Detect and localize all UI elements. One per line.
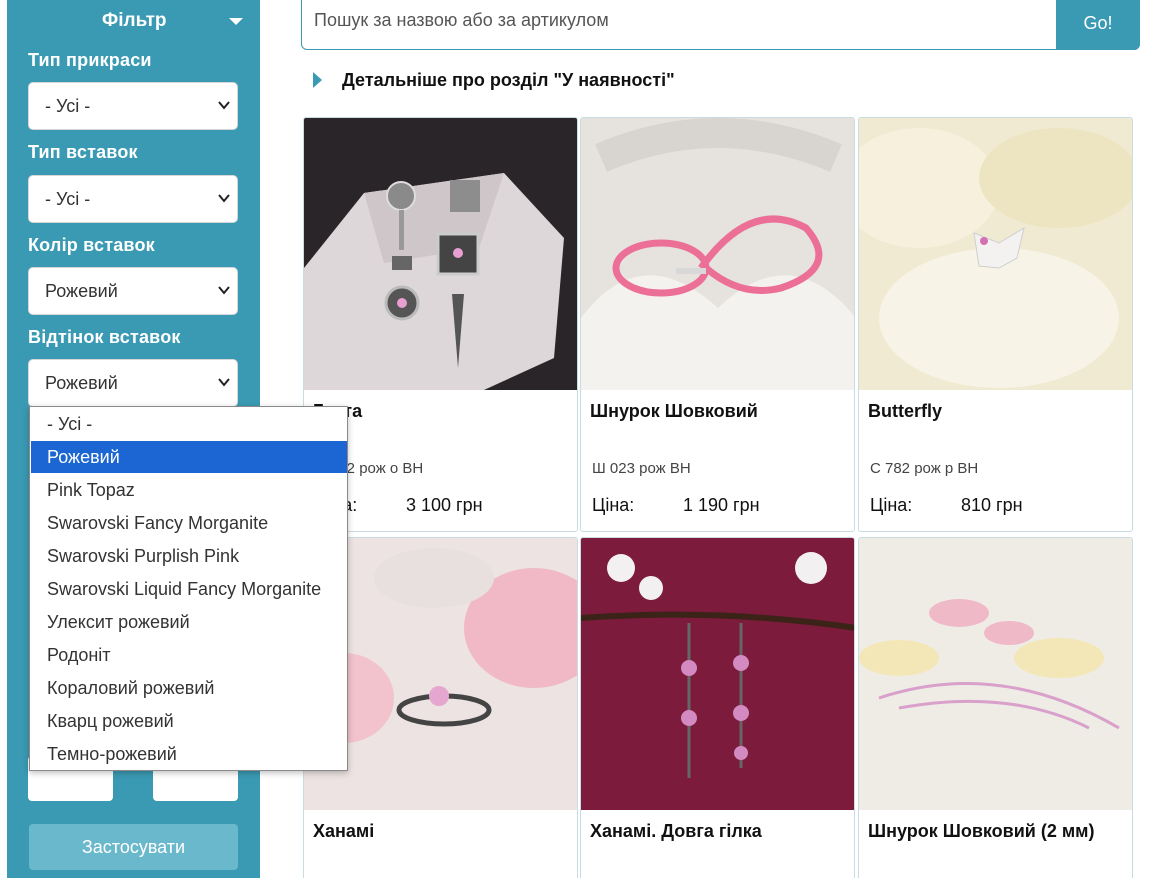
product-card[interactable]: Шнурок Шовковий Ш 023 рож ВН Ціна: 1 190… — [580, 117, 855, 532]
insert-color-select[interactable]: Рожевий — [28, 267, 238, 315]
product-card[interactable]: Шнурок Шовковий (2 мм) — [858, 537, 1133, 878]
jewelry-type-select[interactable]: - Усі - — [28, 82, 238, 130]
price-label: Ціна: — [870, 495, 913, 515]
chevron-down-icon — [218, 378, 230, 387]
insert-shade-label: Відтінок вставок — [28, 327, 181, 347]
jewelry-type-value: - Усі - — [45, 96, 91, 116]
jewelry-type-label: Тип прикраси — [28, 50, 152, 70]
insert-shade-value: Рожевий — [45, 373, 118, 393]
insert-color-value: Рожевий — [45, 281, 118, 301]
search-input[interactable]: Пошук за назвою або за артикулом — [314, 10, 609, 31]
product-card[interactable]: Butterfly С 782 рож р ВН Ціна: 810 грн — [858, 117, 1133, 532]
dropdown-option-selected[interactable]: Рожевий — [31, 441, 347, 473]
more-info-text: Детальніше про розділ "У наявності" — [342, 70, 675, 90]
product-name[interactable]: Ханамі — [313, 821, 374, 842]
apply-button[interactable]: Застосувати — [29, 824, 238, 870]
dropdown-option[interactable]: Swarovski Purplish Pink — [31, 540, 347, 572]
insert-type-value: - Усі - — [45, 189, 91, 209]
product-image[interactable] — [581, 118, 854, 390]
insert-type-select[interactable]: - Усі - — [28, 175, 238, 223]
chevron-down-icon — [218, 286, 230, 295]
product-name[interactable]: Ханамі. Довга гілка — [590, 821, 762, 842]
product-name[interactable]: Шнурок Шовковий — [590, 401, 758, 422]
dropdown-option[interactable]: Родоніт — [31, 639, 347, 671]
filter-header[interactable]: Фільтр — [7, 8, 260, 34]
dropdown-option[interactable]: Улексит рожевий — [31, 606, 347, 638]
dropdown-option[interactable]: Swarovski Liquid Fancy Morganite — [31, 573, 347, 605]
insert-shade-select[interactable]: Рожевий — [28, 359, 238, 407]
filter-title: Фільтр — [102, 10, 167, 31]
dropdown-option[interactable]: Темно-рожевий — [31, 738, 347, 770]
search-button[interactable]: Go! — [1056, 0, 1140, 50]
insert-color-label: Колір вставок — [28, 235, 155, 255]
product-name[interactable]: Butterfly — [868, 401, 942, 422]
product-image[interactable] — [859, 118, 1132, 390]
product-sku: Ш 023 рож ВН — [592, 460, 691, 477]
product-image[interactable] — [581, 538, 854, 810]
search-bar: Пошук за назвою або за артикулом — [301, 0, 1140, 50]
product-image[interactable] — [304, 118, 577, 390]
product-price: 810 грн — [961, 495, 1023, 515]
dropdown-option[interactable]: - Усі - — [31, 408, 347, 440]
dropdown-option[interactable]: Кварц рожевий — [31, 705, 347, 737]
product-image[interactable] — [859, 538, 1132, 810]
dropdown-option[interactable]: Кораловий рожевий — [31, 672, 347, 704]
product-card[interactable]: Ханамі. Довга гілка — [580, 537, 855, 878]
dropdown-option[interactable]: Pink Topaz — [31, 474, 347, 506]
product-sku: С 782 рож р ВН — [870, 460, 979, 477]
insert-shade-dropdown: - Усі - Рожевий Pink Topaz Swarovski Fan… — [29, 406, 348, 771]
triangle-right-icon — [313, 72, 322, 88]
product-price: 1 190 грн — [683, 495, 760, 515]
price-label: Ціна: — [592, 495, 635, 515]
caret-down-icon[interactable] — [229, 18, 243, 25]
chevron-down-icon — [218, 101, 230, 110]
dropdown-option[interactable]: Swarovski Fancy Morganite — [31, 507, 347, 539]
product-name[interactable]: Шнурок Шовковий (2 мм) — [868, 821, 1094, 842]
product-price: 3 100 грн — [406, 495, 483, 515]
insert-type-label: Тип вставок — [28, 142, 138, 162]
chevron-down-icon — [218, 194, 230, 203]
